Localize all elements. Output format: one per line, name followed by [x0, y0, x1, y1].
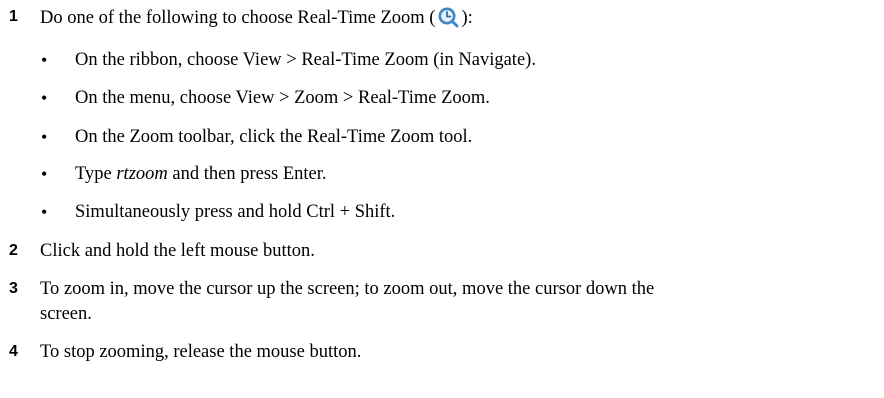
step-1-intro: Do one of the following to choose Real-T… — [40, 8, 436, 28]
bullet-command: Type rtzoom and then press Enter. — [75, 163, 327, 185]
step-4-text: To stop zooming, release the mouse butto… — [40, 342, 362, 362]
step-number: 1 — [9, 8, 18, 25]
step-3-line-1: To zoom in, move the cursor up the scree… — [40, 279, 655, 299]
bullet-command-suffix: and then press Enter. — [167, 164, 327, 184]
bullet-marker: • — [41, 202, 48, 222]
bullet-marker: • — [41, 88, 48, 108]
instruction-document: 1 Do one of the following to choose Real… — [0, 0, 884, 398]
bullet-ribbon: On the ribbon, choose View > Real-Time Z… — [75, 50, 536, 70]
step-1-text: Do one of the following to choose Real-T… — [40, 6, 473, 29]
command-name: rtzoom — [116, 164, 168, 184]
step-number: 2 — [9, 242, 18, 259]
step-number: 3 — [9, 280, 18, 297]
bullet-keyboard: Simultaneously press and hold Ctrl + Shi… — [75, 202, 396, 222]
step-1-outro: ): — [461, 8, 473, 28]
bullet-marker: • — [41, 164, 48, 184]
step-number: 4 — [9, 343, 18, 360]
bullet-marker: • — [41, 50, 48, 70]
bullet-command-prefix: Type — [75, 164, 117, 184]
step-2-text: Click and hold the left mouse button. — [40, 241, 315, 261]
realtime-zoom-icon — [438, 7, 459, 28]
bullet-toolbar: On the Zoom toolbar, click the Real-Time… — [75, 127, 473, 147]
step-3-line-2: screen. — [40, 304, 92, 324]
bullet-menu: On the menu, choose View > Zoom > Real-T… — [75, 88, 490, 108]
bullet-marker: • — [41, 127, 48, 147]
